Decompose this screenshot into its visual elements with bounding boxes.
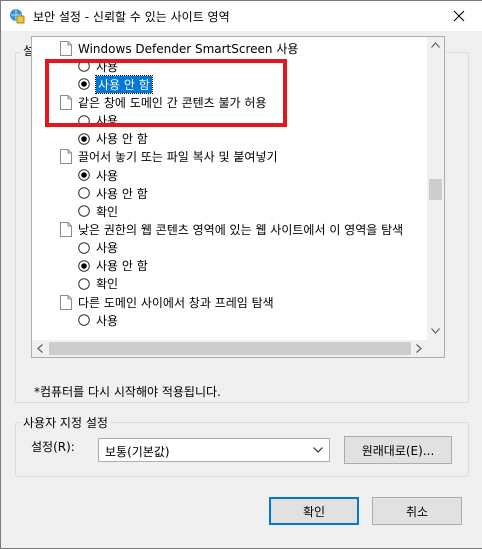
setting-option-label: 사용 — [96, 313, 119, 328]
setting-option[interactable]: 사용 안 함 — [78, 130, 148, 148]
document-icon — [60, 149, 72, 165]
annotation-highlight-box — [45, 59, 287, 127]
radio-checked-icon[interactable] — [78, 132, 90, 145]
reset-level-select[interactable]: 보통(기본값) — [98, 438, 330, 462]
setting-option-label: 확인 — [96, 204, 119, 219]
setting-option[interactable]: 확인 — [78, 275, 118, 293]
setting-option-label: 사용 안 함 — [96, 132, 148, 147]
radio-unchecked-icon[interactable] — [78, 241, 90, 254]
ok-button[interactable]: 확인 — [269, 497, 359, 525]
setting-heading-label: Windows Defender SmartScreen 사용 — [78, 41, 299, 56]
window-title: 보안 설정 - 신뢰할 수 있는 사이트 영역 — [33, 10, 230, 24]
reset-level-value: 보통(기본값) — [105, 445, 170, 459]
setting-option[interactable]: 사용 안 함 — [78, 257, 148, 275]
radio-unchecked-icon[interactable] — [78, 187, 90, 199]
scroll-right-icon[interactable] — [416, 344, 422, 353]
vertical-scrollbar[interactable] — [427, 37, 444, 340]
scroll-left-icon[interactable] — [37, 344, 43, 353]
setting-heading: Windows Defender SmartScreen 사용 — [60, 39, 298, 57]
setting-heading-label: 끌어서 놓기 또는 파일 복사 및 붙여넣기 — [78, 150, 278, 165]
cancel-button[interactable]: 취소 — [372, 497, 462, 525]
custom-settings-group-label: 사용자 지정 설정 — [21, 414, 110, 431]
reset-button[interactable]: 원래대로(E)... — [344, 436, 452, 464]
scroll-down-icon[interactable] — [431, 328, 440, 334]
restart-note: *컴퓨터를 다시 시작해야 적용됩니다. — [34, 385, 221, 399]
setting-option-label: 확인 — [96, 277, 119, 292]
radio-unchecked-icon[interactable] — [78, 278, 90, 290]
setting-option-label: 사용 안 함 — [96, 186, 148, 201]
dialog-content: 설정 Windows Defender SmartScreen 사용사용사용 안… — [1, 31, 482, 548]
title-bar: 보안 설정 - 신뢰할 수 있는 사이트 영역 — [1, 1, 482, 31]
setting-heading: 다른 도메인 사이에서 창과 프레임 탐색 — [60, 293, 274, 311]
setting-heading: 끌어서 놓기 또는 파일 복사 및 붙여넣기 — [60, 148, 278, 166]
internet-options-icon — [10, 9, 25, 24]
setting-option[interactable]: 사용 — [78, 239, 118, 257]
setting-heading-label: 낮은 권한의 웹 콘텐츠 영역에 있는 웹 사이트에서 이 영역을 탐색 — [78, 223, 404, 237]
reset-level-label: 설정(R): — [31, 440, 75, 454]
setting-heading: 낮은 권한의 웹 콘텐츠 영역에 있는 웹 사이트에서 이 영역을 탐색 — [60, 221, 403, 239]
horizontal-scroll-thumb[interactable] — [49, 342, 411, 355]
setting-option[interactable]: 사용 — [78, 311, 118, 329]
chevron-down-icon — [313, 447, 323, 453]
setting-option[interactable]: 확인 — [78, 202, 118, 220]
setting-option-label: 사용 안 함 — [96, 259, 148, 274]
setting-option-label: 사용 — [96, 168, 119, 183]
radio-unchecked-icon[interactable] — [78, 205, 90, 218]
document-icon — [60, 40, 72, 56]
close-icon — [453, 10, 465, 22]
security-settings-dialog: 보안 설정 - 신뢰할 수 있는 사이트 영역 설정 Windows Defen… — [0, 0, 482, 549]
radio-unchecked-icon[interactable] — [78, 314, 90, 327]
scrollbar-corner — [427, 340, 444, 357]
radio-checked-icon[interactable] — [78, 259, 90, 272]
radio-checked-icon[interactable] — [78, 169, 90, 181]
document-icon — [60, 294, 72, 310]
setting-option[interactable]: 사용 — [78, 166, 118, 184]
document-icon — [60, 222, 72, 237]
scroll-up-icon[interactable] — [431, 42, 440, 48]
vertical-scroll-thumb[interactable] — [429, 179, 442, 200]
close-button[interactable] — [436, 1, 482, 31]
setting-option-label: 사용 — [96, 241, 119, 256]
horizontal-scrollbar[interactable] — [32, 340, 444, 357]
setting-option[interactable]: 사용 안 함 — [78, 184, 148, 202]
setting-heading-label: 다른 도메인 사이에서 창과 프레임 탐색 — [78, 295, 274, 310]
